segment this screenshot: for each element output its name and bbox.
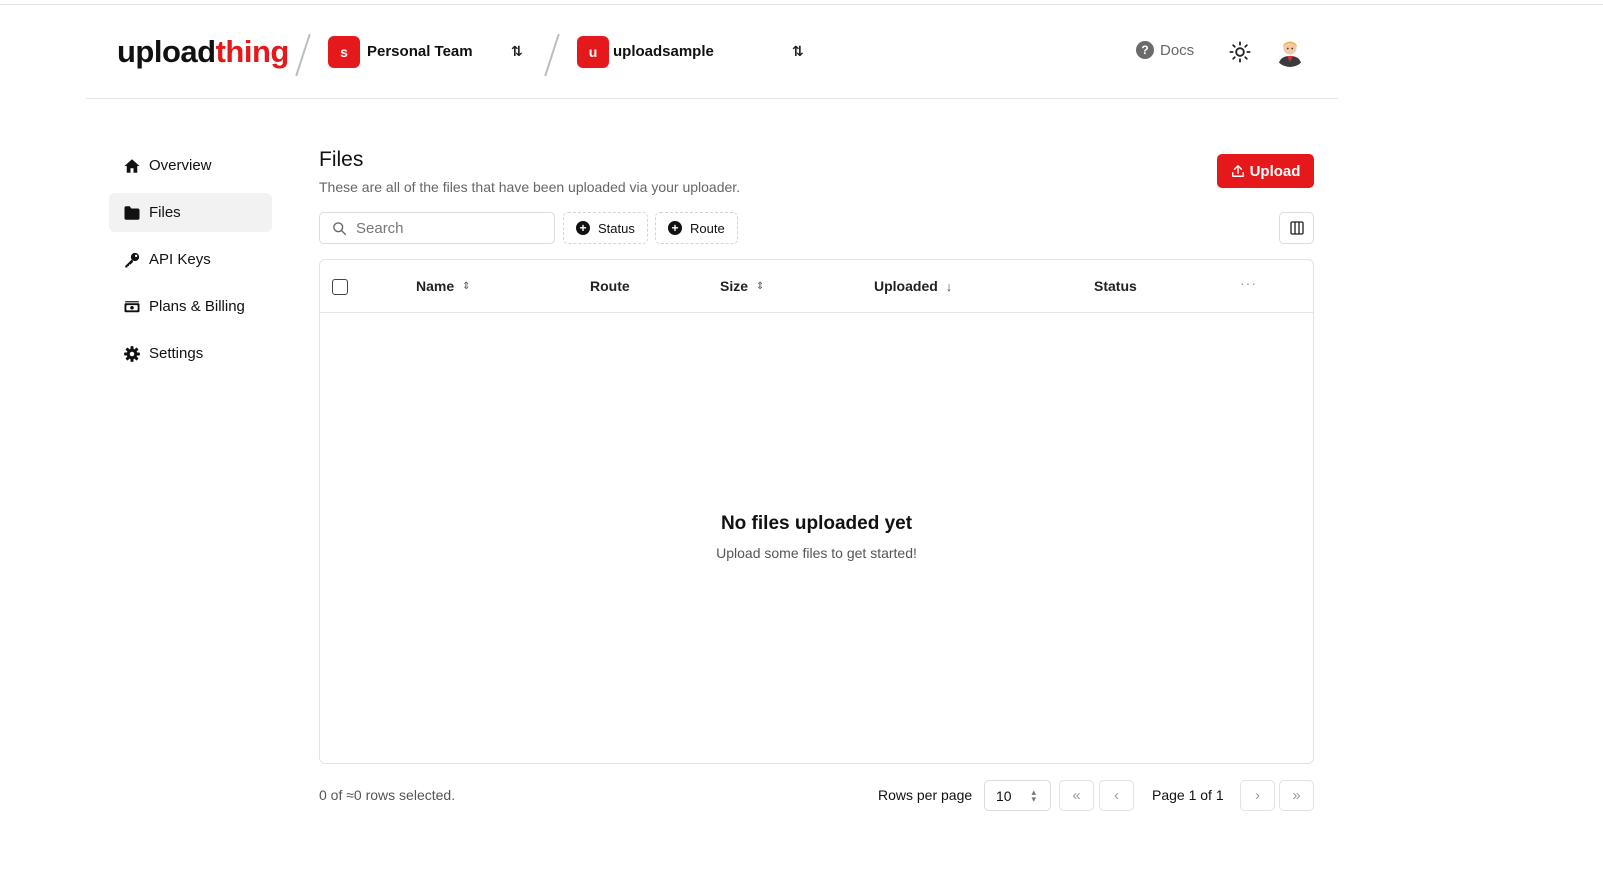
sidebar-item-label: Plans & Billing — [149, 298, 245, 315]
sidebar-item-plans-billing[interactable]: Plans & Billing — [109, 287, 272, 326]
team-switch-icon[interactable]: ⇅ — [511, 43, 523, 60]
table-header: Name ⇕ Route Size ⇕ Uploaded ↓ Status ··… — [320, 260, 1313, 313]
select-all-checkbox[interactable] — [332, 279, 348, 295]
column-header-route: Route — [590, 278, 630, 294]
empty-state-title: No files uploaded yet — [720, 513, 913, 534]
breadcrumb-separator — [295, 33, 311, 77]
next-page-button[interactable]: › — [1240, 780, 1275, 811]
search-box[interactable] — [319, 212, 555, 244]
selection-count: 0 of ≈0 rows selected. — [319, 787, 456, 803]
sun-icon[interactable] — [1229, 41, 1251, 63]
rows-per-page-label: Rows per page — [878, 787, 973, 803]
status-filter-button[interactable]: + Status — [563, 212, 648, 244]
files-table: Name ⇕ Route Size ⇕ Uploaded ↓ Status ··… — [319, 259, 1314, 764]
sidebar-nav: Overview Files API Keys Plans & Billing … — [109, 146, 272, 381]
chevron-right-icon: › — [1255, 787, 1260, 804]
sidebar-item-overview[interactable]: Overview — [109, 146, 272, 185]
search-icon — [333, 221, 347, 235]
docs-link[interactable]: ? Docs — [1136, 41, 1194, 59]
app-switch-icon[interactable]: ⇅ — [792, 43, 804, 60]
route-filter-button[interactable]: + Route — [655, 212, 738, 244]
column-header-status: Status — [1094, 278, 1137, 294]
column-header-size[interactable]: Size ⇕ — [720, 278, 764, 294]
last-page-button[interactable]: » — [1279, 780, 1314, 811]
help-icon: ? — [1136, 41, 1154, 59]
plus-circle-icon: + — [668, 221, 682, 235]
avatar[interactable] — [1274, 35, 1306, 67]
sidebar-item-settings[interactable]: Settings — [109, 334, 272, 373]
uploadthing-logo[interactable]: uploadthing — [117, 35, 289, 69]
home-icon — [124, 158, 140, 173]
sidebar-item-label: API Keys — [149, 251, 211, 268]
key-icon — [125, 252, 140, 267]
upload-icon — [1231, 165, 1244, 177]
page-subtitle: These are all of the files that have bee… — [319, 179, 741, 195]
sidebar-item-label: Settings — [149, 345, 204, 362]
app-name[interactable]: uploadsample — [613, 43, 714, 60]
upload-button[interactable]: Upload — [1217, 154, 1314, 188]
gear-icon — [124, 345, 140, 362]
double-chevron-right-icon: » — [1292, 787, 1301, 804]
column-header-uploaded[interactable]: Uploaded ↓ — [874, 278, 952, 294]
sort-icon: ⇕ — [756, 280, 765, 292]
page-title: Files — [319, 148, 364, 171]
breadcrumb-separator — [544, 33, 560, 77]
sidebar-item-label: Files — [149, 204, 181, 221]
double-chevron-left-icon: « — [1072, 787, 1081, 804]
team-name[interactable]: Personal Team — [367, 43, 473, 60]
rows-per-page-select[interactable]: 10 ▴ ▾ — [984, 780, 1051, 811]
folder-icon — [124, 205, 140, 220]
search-input[interactable] — [356, 219, 536, 237]
sidebar-item-label: Overview — [149, 157, 212, 174]
app-badge[interactable]: u — [577, 36, 609, 68]
plus-circle-icon: + — [576, 221, 590, 235]
sidebar-item-files[interactable]: Files — [109, 193, 272, 232]
arrow-down-icon: ↓ — [945, 278, 953, 294]
page-indicator: Page 1 of 1 — [1152, 787, 1224, 803]
app-header: uploadthing s Personal Team ⇅ u uploadsa… — [86, 5, 1338, 99]
money-icon — [124, 300, 140, 312]
columns-toggle-button[interactable] — [1279, 212, 1314, 244]
sidebar-item-api-keys[interactable]: API Keys — [109, 240, 272, 279]
previous-page-button[interactable]: ‹ — [1099, 780, 1134, 811]
team-badge[interactable]: s — [328, 36, 360, 68]
more-options-icon[interactable]: ··· — [1240, 275, 1257, 291]
columns-icon — [1289, 221, 1304, 235]
empty-state-subtitle: Upload some files to get started! — [716, 545, 917, 561]
sort-icon: ⇕ — [462, 280, 471, 292]
chevron-up-down-icon: ▴ ▾ — [1031, 787, 1036, 804]
first-page-button[interactable]: « — [1059, 780, 1094, 811]
column-header-name[interactable]: Name ⇕ — [416, 278, 471, 294]
chevron-left-icon: ‹ — [1114, 787, 1119, 804]
